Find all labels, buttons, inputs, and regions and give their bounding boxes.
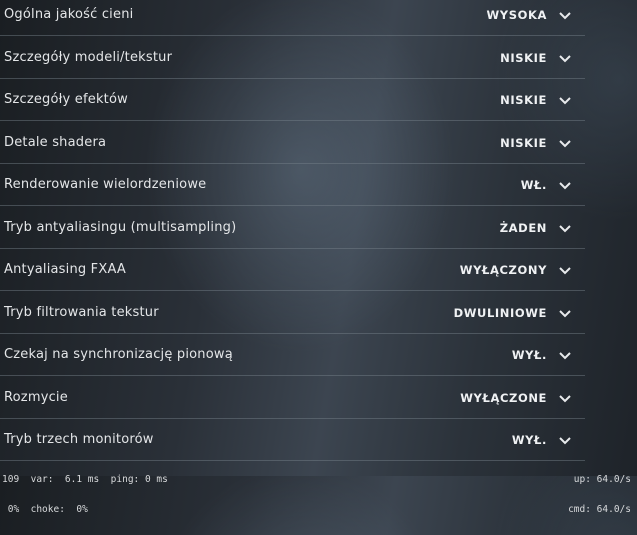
setting-value-dropdown[interactable]: DWULINIOWE xyxy=(454,306,547,320)
setting-label: Szczegóły efektów xyxy=(4,92,128,107)
setting-value-dropdown[interactable]: WYŁĄCZONE xyxy=(460,391,547,405)
setting-value-dropdown[interactable]: WŁ. xyxy=(521,178,547,192)
setting-value-dropdown[interactable]: WYŁ. xyxy=(512,433,547,447)
setting-label: Tryb trzech monitorów xyxy=(4,432,154,447)
chevron-down-icon[interactable] xyxy=(557,222,573,236)
setting-label: Detale shadera xyxy=(4,134,107,150)
chevron-down-icon[interactable] xyxy=(557,94,573,108)
setting-label: Tryb antyaliasingu (multisampling) xyxy=(4,219,237,235)
setting-label: Antyaliasing FXAA xyxy=(4,262,127,277)
setting-label: Rozmycie xyxy=(4,389,68,405)
setting-row-texture-filtering[interactable]: Tryb filtrowania tekstur DWULINIOWE xyxy=(0,291,585,334)
setting-value-dropdown[interactable]: WYŁĄCZONY xyxy=(460,263,547,277)
setting-row-effect-detail[interactable]: Szczegóły efektów NISKIE xyxy=(0,79,585,121)
chevron-down-icon[interactable] xyxy=(557,392,573,406)
setting-row-vsync[interactable]: Czekaj na synchronizację pionową WYŁ. xyxy=(0,334,585,376)
net-graph-right: up: 64.0/s cmd: 64.0/s xyxy=(568,455,631,535)
net-graph-line: cmd: 64.0/s xyxy=(568,504,631,515)
setting-value-dropdown[interactable]: WYSOKA xyxy=(487,8,547,22)
setting-value-dropdown[interactable]: WYŁ. xyxy=(512,348,547,362)
setting-row-model-texture-detail[interactable]: Szczegóły modeli/tekstur NISKIE xyxy=(0,36,585,79)
setting-row-fxaa[interactable]: Antyaliasing FXAA WYŁĄCZONY xyxy=(0,249,585,291)
net-graph-line: 0% choke: 0% xyxy=(2,504,88,515)
setting-row-msaa-mode[interactable]: Tryb antyaliasingu (multisampling) ŻADEN xyxy=(0,206,585,249)
setting-label: Renderowanie wielordzeniowe xyxy=(4,177,207,192)
chevron-down-icon[interactable] xyxy=(557,307,573,321)
setting-label: Tryb filtrowania tekstur xyxy=(4,304,159,320)
net-graph-line: up: 64.0/s xyxy=(573,474,631,485)
chevron-down-icon[interactable] xyxy=(557,9,573,23)
setting-row-motion-blur[interactable]: Rozmycie WYŁĄCZONE xyxy=(0,376,585,419)
net-graph-overlay: 109 var: 6.1 ms ping: 0 ms 0% choke: 0% … xyxy=(0,454,637,515)
chevron-down-icon[interactable] xyxy=(557,349,573,363)
setting-label: Czekaj na synchronizację pionową xyxy=(4,347,233,362)
setting-value-dropdown[interactable]: NISKIE xyxy=(500,93,547,107)
chevron-down-icon[interactable] xyxy=(557,264,573,278)
chevron-down-icon[interactable] xyxy=(557,137,573,151)
net-graph-line: 109 var: 6.1 ms ping: 0 ms xyxy=(2,474,168,485)
setting-value-dropdown[interactable]: ŻADEN xyxy=(500,221,547,235)
video-settings-list: Ogólna jakość cieni WYSOKA Szczegóły mod… xyxy=(0,0,585,461)
chevron-down-icon[interactable] xyxy=(557,179,573,193)
chevron-down-icon[interactable] xyxy=(557,434,573,448)
chevron-down-icon[interactable] xyxy=(557,52,573,66)
setting-value-dropdown[interactable]: NISKIE xyxy=(500,136,547,150)
setting-label: Ogólna jakość cieni xyxy=(4,7,134,22)
setting-row-shadow-quality[interactable]: Ogólna jakość cieni WYSOKA xyxy=(0,0,585,36)
setting-value-dropdown[interactable]: NISKIE xyxy=(500,51,547,65)
setting-label: Szczegóły modeli/tekstur xyxy=(4,49,173,65)
setting-row-multicore-rendering[interactable]: Renderowanie wielordzeniowe WŁ. xyxy=(0,164,585,206)
net-graph-left: 109 var: 6.1 ms ping: 0 ms 0% choke: 0% xyxy=(2,455,168,535)
setting-row-shader-detail[interactable]: Detale shadera NISKIE xyxy=(0,121,585,164)
